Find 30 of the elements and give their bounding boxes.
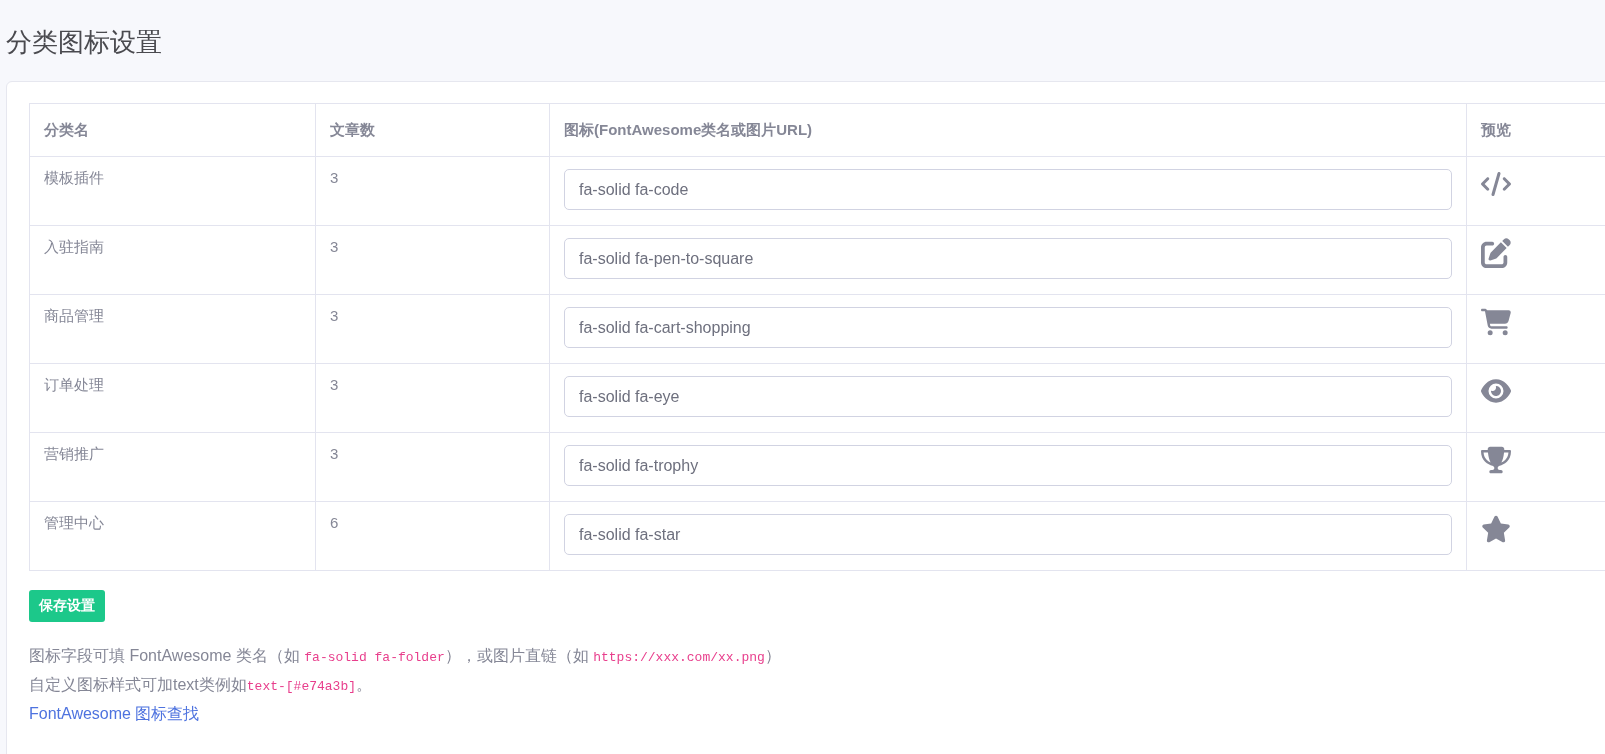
column-header: 预览: [1466, 103, 1605, 157]
table-cell: 订单处理: [29, 363, 316, 433]
icon-input-field[interactable]: fa-solid fa-eye: [564, 376, 1452, 417]
table-cell: 3: [315, 363, 550, 433]
table-cell: 模板插件: [29, 156, 316, 226]
trophy-icon: [1481, 445, 1511, 475]
table-cell: 3: [315, 156, 550, 226]
code-icon: [1481, 169, 1511, 199]
icon-input-field[interactable]: fa-solid fa-code: [564, 169, 1452, 210]
icon-input-field[interactable]: fa-solid fa-cart-shopping: [564, 307, 1452, 348]
column-header: 分类名: [29, 103, 316, 157]
icon-input-field[interactable]: fa-solid fa-star: [564, 514, 1452, 555]
table-cell: 商品管理: [29, 294, 316, 364]
table-cell: 管理中心: [29, 501, 316, 571]
icon-input-field[interactable]: fa-solid fa-pen-to-square: [564, 238, 1452, 279]
table-cell: 3: [315, 294, 550, 364]
page-title: 分类图标设置: [6, 26, 163, 59]
column-header: 文章数: [315, 103, 550, 157]
eye-icon: [1481, 376, 1511, 406]
column-header: 图标(FontAwesome类名或图片URL): [549, 103, 1467, 157]
icon-input-field[interactable]: fa-solid fa-trophy: [564, 445, 1452, 486]
table-cell: 入驻指南: [29, 225, 316, 295]
cart-icon: [1481, 307, 1511, 337]
table-cell: 6: [315, 501, 550, 571]
edit-icon: [1481, 238, 1511, 268]
table-cell: 3: [315, 432, 550, 502]
star-icon: [1481, 514, 1511, 544]
table-cell: 营销推广: [29, 432, 316, 502]
fontawesome-link[interactable]: FontAwesome 图标查找: [29, 700, 200, 727]
table-cell: 3: [315, 225, 550, 295]
